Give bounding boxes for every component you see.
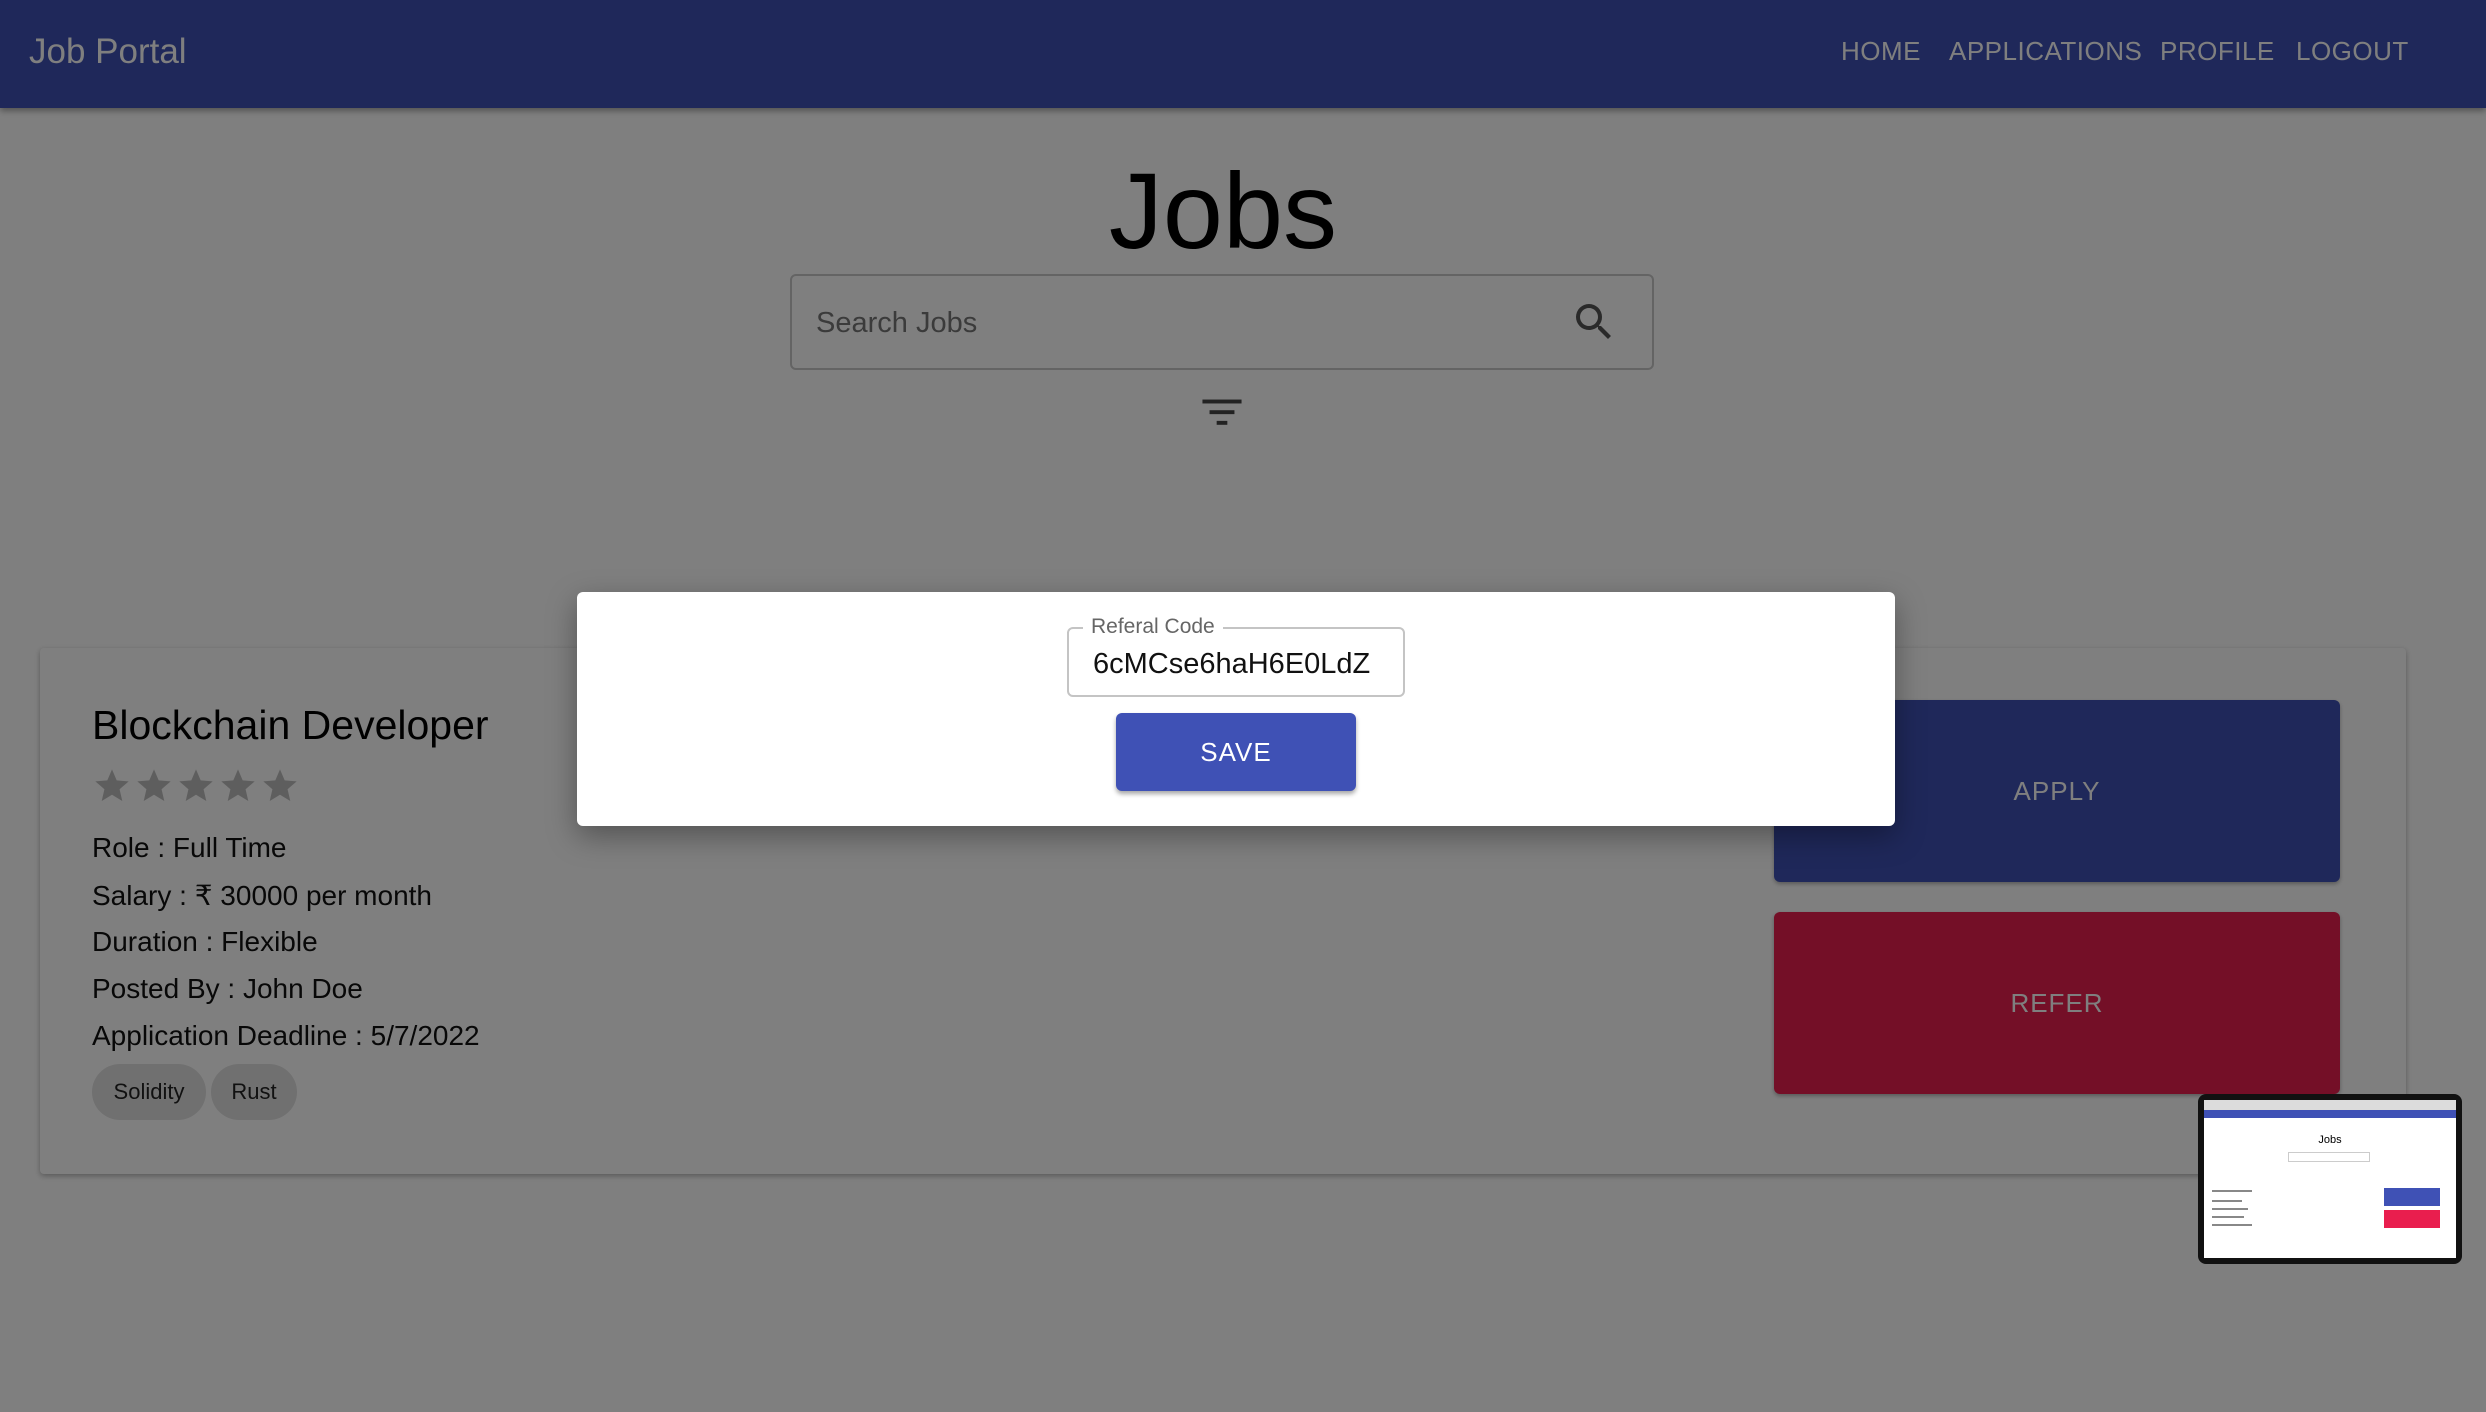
screenshot-thumbnail[interactable]: Jobs bbox=[2198, 1094, 2462, 1264]
thumbnail-text-line bbox=[2212, 1208, 2248, 1210]
thumbnail-text-line bbox=[2212, 1224, 2252, 1226]
thumbnail-apply-button bbox=[2384, 1188, 2440, 1206]
thumbnail-search bbox=[2288, 1152, 2370, 1162]
thumbnail-refer-button bbox=[2384, 1210, 2440, 1228]
referral-code-input[interactable] bbox=[1091, 643, 1395, 685]
referral-code-field: Referal Code bbox=[1067, 615, 1405, 697]
thumbnail-text-line bbox=[2212, 1216, 2244, 1218]
thumbnail-title: Jobs bbox=[2318, 1134, 2342, 1146]
thumbnail-screen: Jobs bbox=[2204, 1100, 2456, 1258]
referral-dialog: Referal Code SAVE bbox=[577, 592, 1895, 826]
thumbnail-text-line bbox=[2212, 1190, 2252, 1192]
thumbnail-text-line bbox=[2212, 1200, 2242, 1202]
referral-code-label: Referal Code bbox=[1083, 615, 1223, 639]
save-button[interactable]: SAVE bbox=[1116, 713, 1356, 791]
thumbnail-tab-strip bbox=[2204, 1100, 2456, 1110]
thumbnail-app-bar bbox=[2204, 1110, 2456, 1118]
